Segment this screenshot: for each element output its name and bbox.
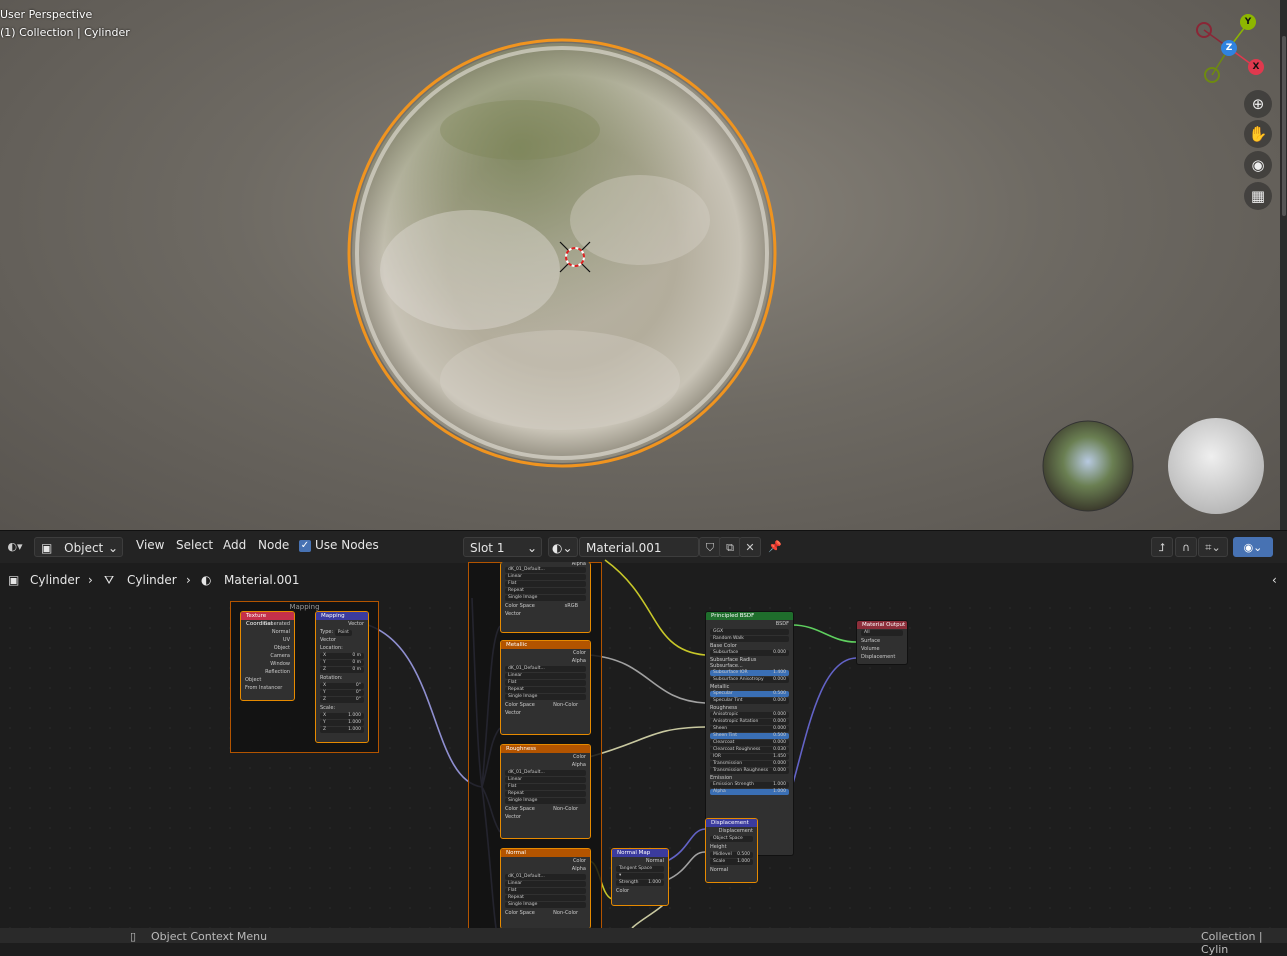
slot-dropdown[interactable]: Slot 1 ⌄ xyxy=(463,537,542,557)
bsdf-input-row[interactable]: Anisotropic Rotation 0.000 xyxy=(710,719,789,725)
view-title: User Perspective xyxy=(0,8,93,21)
bsdf-input-row[interactable]: Roughness xyxy=(706,705,793,711)
camera-icon[interactable]: ◉ xyxy=(1244,151,1272,179)
bsdf-input-row[interactable]: Subsurface Anisotropy 0.000 xyxy=(710,677,789,683)
roughness-image-node[interactable]: Roughness Color Alpha dK_01_Default... L… xyxy=(500,744,591,839)
editor-type-icon[interactable]: ◐▾ xyxy=(2,537,28,557)
bsdf-input-row[interactable]: Alpha 1.000 xyxy=(710,789,789,795)
bsdf-input-row[interactable]: Emission xyxy=(706,775,793,781)
material-output-node[interactable]: Material Output All Surface Volume Displ… xyxy=(856,620,908,665)
object-mode-icon: ▣ xyxy=(41,541,53,555)
bsdf-input-row[interactable]: Base Color xyxy=(706,643,793,649)
zoom-icon[interactable]: ⊕ xyxy=(1244,90,1272,118)
chevron-right-icon: › xyxy=(88,573,93,587)
bsdf-input-row[interactable]: Sheen Tint 0.500 xyxy=(710,733,789,739)
material-icon: ◐ xyxy=(201,573,212,587)
menu-view[interactable]: View xyxy=(136,538,164,552)
bsdf-input-row[interactable]: IOR 1.450 xyxy=(710,754,789,760)
metallic-image-node[interactable]: Metallic Color Alpha dK_01_Default... Li… xyxy=(500,640,591,735)
normal-image-node[interactable]: Normal Color Alpha dK_01_Default... Line… xyxy=(500,848,591,929)
bsdf-input-row[interactable]: Specular Tint 0.000 xyxy=(710,698,789,704)
status-context-menu: Object Context Menu xyxy=(151,930,268,943)
bsdf-input-row[interactable]: Sheen 0.000 xyxy=(710,726,789,732)
viewport-scrollbar[interactable] xyxy=(1280,0,1287,530)
bsdf-input-row[interactable]: Subsurface 0.000 xyxy=(710,650,789,656)
material-name-field[interactable]: Material.001 xyxy=(579,537,699,557)
duplicate-material-icon[interactable]: ⧉ xyxy=(719,537,741,557)
parent-node-tree-icon[interactable]: ⮥ xyxy=(1151,537,1173,557)
view-subtitle: (1) Collection | Cylinder xyxy=(0,26,130,39)
material-sphere-icon: ◐⌄ xyxy=(552,541,573,555)
normal-map-node[interactable]: Normal Map Normal Tangent Space ▾ Streng… xyxy=(611,848,669,906)
3d-viewport[interactable]: User Perspective (1) Collection | Cylind… xyxy=(0,0,1280,530)
chevron-down-icon: ⌄ xyxy=(526,541,537,555)
chevron-right-icon: › xyxy=(186,573,191,587)
material-browse-button[interactable]: ◐⌄ xyxy=(548,537,578,557)
base-color-image-node[interactable]: Alpha dK_01_Default... Linear Flat Repea… xyxy=(500,562,591,633)
pin-icon[interactable]: 📌 xyxy=(764,537,786,557)
breadcrumb-material: Material.001 xyxy=(224,573,300,587)
overlay-icon[interactable]: ◉⌄ xyxy=(1233,537,1273,557)
breadcrumb: ▣ Cylinder › ⛛ Cylinder › ◐ Material.001… xyxy=(0,562,1287,598)
bsdf-input-row[interactable]: Transmission Roughness 0.000 xyxy=(710,768,789,774)
cylinder-mesh[interactable] xyxy=(347,38,777,468)
bsdf-input-row[interactable]: Metallic xyxy=(706,684,793,690)
mouse-icon: ▯ xyxy=(130,930,137,943)
menu-add[interactable]: Add xyxy=(223,538,246,552)
material-preview-sphere xyxy=(1168,418,1264,514)
object-mode-dropdown[interactable]: ▣ Object ⌄ xyxy=(34,537,123,557)
hdri-preview-sphere xyxy=(1042,420,1134,512)
bsdf-input-row[interactable]: Clearcoat Roughness 0.030 xyxy=(710,747,789,753)
status-bar: ▯ Object Context Menu Collection | Cylin xyxy=(0,928,1287,956)
bsdf-input-row[interactable]: Transmission 0.000 xyxy=(710,761,789,767)
chevron-down-icon: ⌄ xyxy=(107,541,118,555)
gizmo-y[interactable]: Y xyxy=(1240,14,1256,30)
breadcrumb-object: Cylinder xyxy=(30,573,80,587)
bsdf-input-row[interactable]: Emission Strength 1.000 xyxy=(710,782,789,788)
mesh-icon: ⛛ xyxy=(104,573,115,587)
snap-magnet-icon[interactable]: ∩ xyxy=(1175,537,1197,557)
use-nodes-label: Use Nodes xyxy=(315,538,379,552)
use-nodes-checkbox[interactable]: ✓ xyxy=(299,540,311,552)
sidebar-toggle-icon[interactable]: ‹ xyxy=(1272,573,1277,587)
fake-user-shield-icon[interactable]: ⛉ xyxy=(699,537,721,557)
bsdf-input-row[interactable]: Subsurface IOR 1.400 xyxy=(710,670,789,676)
mapping-node[interactable]: Mapping Vector Type: Point Vector Locati… xyxy=(315,611,369,743)
bsdf-input-row[interactable]: Specular 0.500 xyxy=(710,691,789,697)
bsdf-input-row[interactable]: Clearcoat 0.000 xyxy=(710,740,789,746)
breadcrumb-mesh: Cylinder xyxy=(127,573,177,587)
hand-icon[interactable]: ✋ xyxy=(1244,120,1272,148)
bsdf-input-row[interactable]: Anisotropic 0.000 xyxy=(710,712,789,718)
close-icon[interactable]: ✕ xyxy=(739,537,761,557)
object-icon: ▣ xyxy=(8,573,20,587)
bsdf-input-row[interactable]: Subsurface... xyxy=(706,663,793,669)
snap-grid-icon[interactable]: ⌗⌄ xyxy=(1198,537,1228,557)
menu-node[interactable]: Node xyxy=(258,538,289,552)
gizmo-neg-y[interactable] xyxy=(1204,67,1220,83)
node-editor-header: ◐▾ ▣ Object ⌄ View Select Add Node ✓ Use… xyxy=(0,530,1287,563)
menu-select[interactable]: Select xyxy=(176,538,213,552)
status-collection: Collection | Cylin xyxy=(1201,930,1263,956)
gizmo-x[interactable]: X xyxy=(1248,59,1264,75)
viewport-scene xyxy=(347,22,1264,514)
gizmo-z[interactable]: Z xyxy=(1221,40,1237,56)
texture-coordinate-node[interactable]: Texture Coordinat Generated Normal UV Ob… xyxy=(240,611,295,701)
displacement-node[interactable]: Displacement Displacement Object Space H… xyxy=(705,818,758,883)
gizmo-neg-x[interactable] xyxy=(1196,22,1212,38)
grid-icon[interactable]: ▦ xyxy=(1244,182,1272,210)
